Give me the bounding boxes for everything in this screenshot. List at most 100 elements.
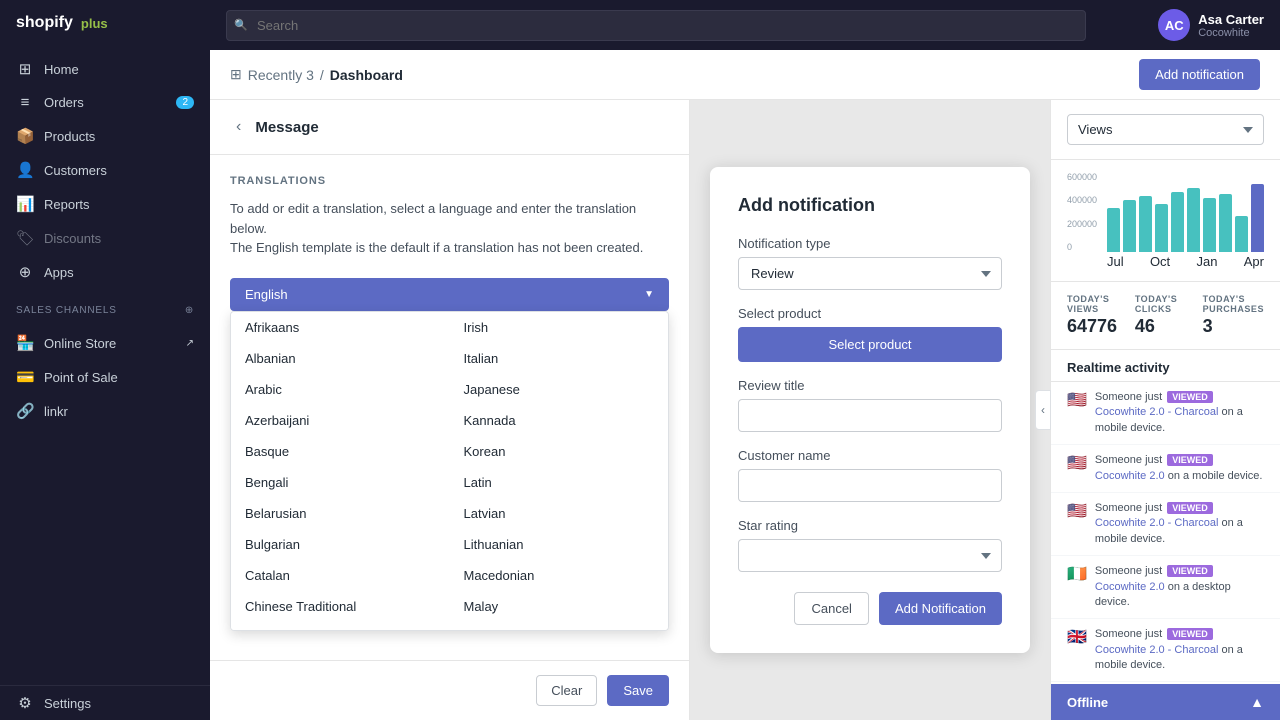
lang-option-basque[interactable]: Basque [231,436,450,467]
viewed-badge: VIEWED [1167,502,1213,514]
select-product-button[interactable]: Select product [738,327,1002,362]
language-col-2: Irish Italian Japanese Kannada Korean La… [450,312,669,631]
language-dropdown-button[interactable]: English ▼ [230,278,669,311]
lang-option-maltese[interactable]: Maltese [450,622,669,631]
chart-y-label-600k: 600000 [1067,172,1097,182]
store-link[interactable]: Cocowhite 2.0 [1095,581,1165,593]
offline-toggle-icon[interactable]: ▲ [1250,694,1264,710]
notification-type-label: Notification type [738,236,1002,251]
search-input[interactable] [226,10,1086,41]
customer-name-input[interactable] [738,469,1002,502]
orders-badge: 2 [176,96,194,109]
lang-option-irish[interactable]: Irish [450,312,669,343]
lang-option-latvian[interactable]: Latvian [450,498,669,529]
clear-button[interactable]: Clear [536,675,597,706]
lang-option-bulgarian[interactable]: Bulgarian [231,529,450,560]
activity-item-3: 🇮🇪 Someone just VIEWED Cocowhite 2.0 on … [1051,556,1280,619]
center-area: ‹ Add notification Notification type Rev… [690,100,1050,720]
activity-item-2: 🇺🇸 Someone just VIEWED Cocowhite 2.0 - C… [1051,493,1280,556]
chart-x-label-jan: Jan [1196,254,1217,269]
pos-icon: 💳 [16,368,34,386]
views-select[interactable]: Views Clicks Purchases [1067,114,1264,145]
chart-bar-7 [1219,194,1232,252]
lang-option-bengali[interactable]: Bengali [231,467,450,498]
activity-text: Someone just VIEWED Cocowhite 2.0 - Char… [1095,390,1264,436]
breadcrumb-current: Dashboard [330,67,403,83]
sidebar-item-customers[interactable]: 👤 Customers [0,153,210,187]
sidebar-item-label: Home [44,62,79,77]
chart-bar-6 [1203,198,1216,252]
lang-option-arabic[interactable]: Arabic [231,374,450,405]
store-link[interactable]: Cocowhite 2.0 - Charcoal [1095,406,1219,418]
stat-purchases-value: 3 [1203,316,1264,337]
lang-option-latin[interactable]: Latin [450,467,669,498]
panel-header: ‹ Message [210,100,689,155]
sidebar-item-label: Discounts [44,231,101,246]
user-info: AC Asa Carter Cocowhite [1158,9,1264,41]
notification-type-group: Notification type Review Purchase Custom [738,236,1002,290]
language-dropdown-wrap: English ▼ Afrikaans Albanian Arabic Azer… [230,278,669,311]
save-button[interactable]: Save [607,675,669,706]
sidebar-item-products[interactable]: 📦 Products [0,119,210,153]
lang-option-macedonian[interactable]: Macedonian [450,560,669,591]
review-title-input[interactable] [738,399,1002,432]
notification-type-select[interactable]: Review Purchase Custom [738,257,1002,290]
select-product-group: Select product Select product [738,306,1002,362]
chart-y-label-200k: 200000 [1067,219,1097,229]
main-content: AC Asa Carter Cocowhite ⊞ Recently 3 / D… [210,0,1280,720]
lang-option-albanian[interactable]: Albanian [231,343,450,374]
star-rating-select[interactable]: 1 2 3 4 5 [738,539,1002,572]
sidebar-item-orders[interactable]: ≡ Orders 2 [0,86,210,119]
sidebar-item-reports[interactable]: 📊 Reports [0,187,210,221]
lang-option-belarusian[interactable]: Belarusian [231,498,450,529]
user-details: Asa Carter Cocowhite [1198,12,1264,39]
lang-option-kannada[interactable]: Kannada [450,405,669,436]
sidebar-item-apps[interactable]: ⊕ Apps [0,255,210,289]
breadcrumb-parent[interactable]: Recently 3 [248,67,314,83]
lang-option-chinese-traditional[interactable]: Chinese Traditional [231,591,450,622]
discounts-icon: 🏷 [16,229,34,247]
flag-icon: 🇺🇸 [1067,390,1087,410]
sidebar-item-label: Apps [44,265,74,280]
home-icon: ⊞ [16,60,34,78]
chart-bar-5 [1187,188,1200,252]
add-notification-submit-button[interactable]: Add Notification [879,592,1002,625]
lang-option-malay[interactable]: Malay [450,591,669,622]
breadcrumb-grid-icon: ⊞ [230,66,242,83]
add-notification-modal: Add notification Notification type Revie… [710,167,1030,653]
sidebar-item-linkr[interactable]: 🔗 linkr [0,394,210,428]
sidebar-item-home[interactable]: ⊞ Home [0,52,210,86]
chart-y-label-400k: 400000 [1067,195,1097,205]
store-link[interactable]: Cocowhite 2.0 [1095,470,1165,482]
viewed-badge: VIEWED [1167,454,1213,466]
sidebar-item-point-of-sale[interactable]: 💳 Point of Sale [0,360,210,394]
modal-title: Add notification [738,195,1002,216]
sidebar-item-discounts[interactable]: 🏷 Discounts [0,221,210,255]
logo: shopify plus [0,0,210,46]
store-link[interactable]: Cocowhite 2.0 - Charcoal [1095,517,1219,529]
store-link[interactable]: Cocowhite 2.0 - Charcoal [1095,644,1219,656]
back-button[interactable]: ‹ [230,116,247,138]
topbar: AC Asa Carter Cocowhite [210,0,1280,50]
lang-option-afrikaans[interactable]: Afrikaans [231,312,450,343]
lang-option-catalan[interactable]: Catalan [231,560,450,591]
collapse-panel-button[interactable]: ‹ [1035,390,1051,430]
sidebar-item-online-store[interactable]: 🏪 Online Store ↗ [0,326,210,360]
lang-option-lithuanian[interactable]: Lithuanian [450,529,669,560]
translations-label: TRANSLATIONS [230,175,669,187]
lang-option-italian[interactable]: Italian [450,343,669,374]
online-store-icon: 🏪 [16,334,34,352]
linkr-icon: 🔗 [16,402,34,420]
lang-option-japanese[interactable]: Japanese [450,374,669,405]
chart-x-labels: Jul Oct Jan Apr [1107,254,1264,269]
add-notification-button[interactable]: Add notification [1139,59,1260,90]
lang-option-azerbaijani[interactable]: Azerbaijani [231,405,450,436]
content-body: ‹ Message TRANSLATIONS To add or edit a … [210,100,1280,720]
plus-badge: plus [81,16,108,31]
customer-name-group: Customer name [738,448,1002,502]
add-channel-icon[interactable]: ⊕ [185,305,194,316]
cancel-button[interactable]: Cancel [794,592,868,625]
sidebar-item-settings[interactable]: ⚙ Settings [0,686,210,720]
lang-option-korean[interactable]: Korean [450,436,669,467]
star-rating-label: Star rating [738,518,1002,533]
